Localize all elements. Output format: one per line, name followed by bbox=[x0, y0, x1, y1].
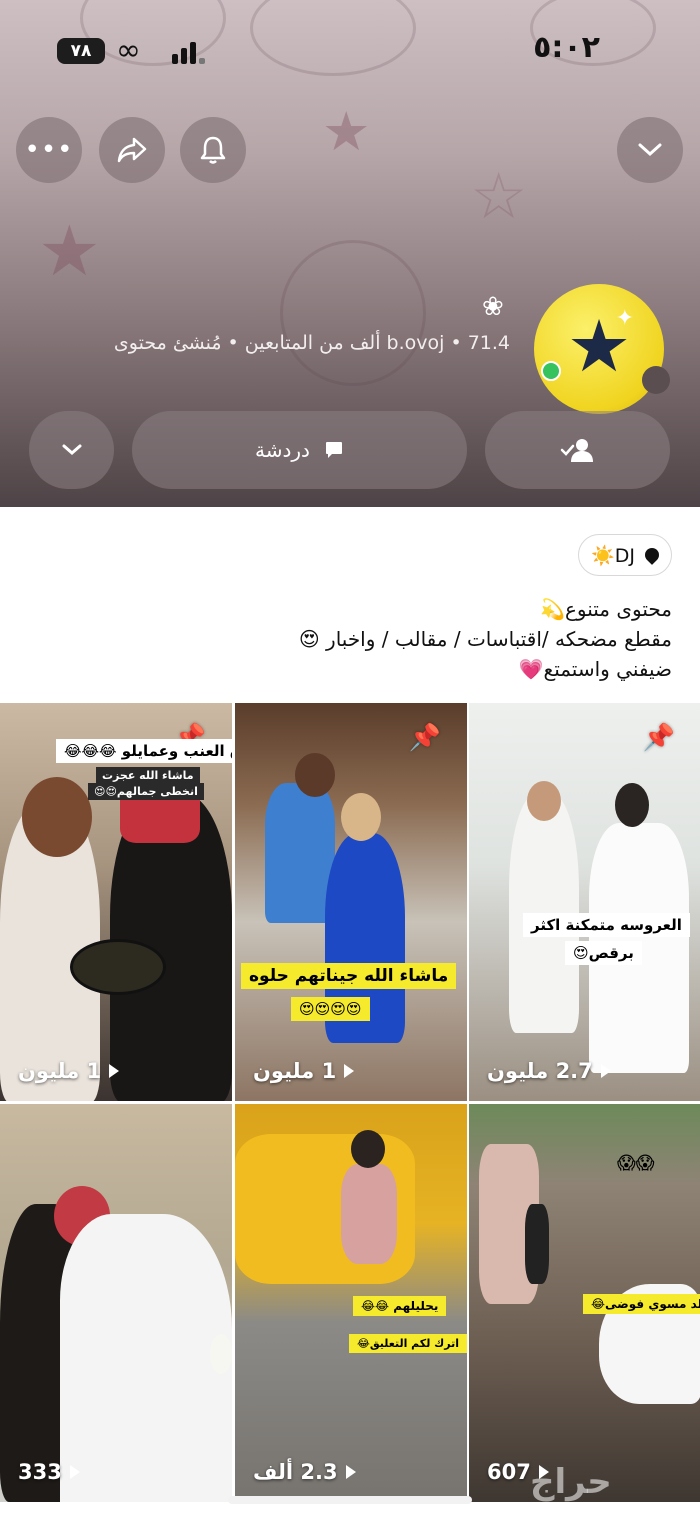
view-count: 1 مليون bbox=[18, 1059, 120, 1083]
friend-check-icon bbox=[560, 439, 593, 462]
chat-label: دردشة bbox=[255, 438, 310, 462]
chevron-down-icon bbox=[62, 444, 81, 455]
location-chip-label: DJ☀️ bbox=[591, 544, 635, 567]
view-count: 2.3 ألف bbox=[253, 1460, 356, 1484]
video-caption: ماشاء الله عجزت bbox=[96, 767, 200, 784]
video-tile[interactable]: 📌 ماشاء الله جيناتهم حلوه 😍😍😍😍 1 مليون bbox=[235, 703, 467, 1101]
play-icon bbox=[344, 1064, 355, 1078]
pin-icon: 📌 bbox=[408, 723, 441, 753]
thumbnail-figure bbox=[351, 1130, 385, 1168]
thumbnail-figure bbox=[615, 783, 649, 827]
thumbnail-figure bbox=[210, 1334, 232, 1374]
view-count: 333 bbox=[18, 1460, 80, 1484]
online-status-dot bbox=[541, 361, 561, 381]
play-icon bbox=[600, 1064, 611, 1078]
video-caption: ورق العنب وعمايلو 😂😂😂 bbox=[56, 739, 232, 763]
chevron-down-icon bbox=[638, 143, 662, 157]
collapse-button[interactable] bbox=[617, 117, 683, 183]
profile-meta: b.ovoj • 71.4 ألف من المتابعين • مُنشئ م… bbox=[113, 332, 510, 354]
link-icon: ∞ bbox=[116, 33, 141, 68]
video-caption: انخطى جمالهم😍😍 bbox=[88, 783, 204, 800]
play-icon bbox=[345, 1465, 356, 1479]
thumbnail-figure bbox=[60, 1214, 232, 1502]
location-pin-icon bbox=[642, 545, 662, 565]
video-caption: 😱😱 bbox=[617, 1153, 655, 1174]
bio-line: ضيفني واستمتع💗 bbox=[518, 657, 672, 681]
flower-icon: ❀ bbox=[482, 292, 504, 322]
view-count: 2.7 مليون bbox=[487, 1059, 611, 1083]
video-caption: يحليلهم 😂😂 bbox=[353, 1296, 447, 1316]
signal-icon bbox=[172, 40, 205, 64]
video-tile[interactable]: يحليلهم 😂😂 اترك لكم التعليق😂 2.3 ألف bbox=[235, 1104, 467, 1502]
video-caption: ماشاء الله جيناتهم حلوه bbox=[241, 963, 457, 989]
video-tile[interactable]: 📌 العروسه متمكنة اكثر برقص😍 2.7 مليون bbox=[469, 703, 700, 1101]
profile-header: ★ ★ ☆ ٥:٠٢ ٧٨ ∞ ••• ★ ✦ ❀ b.ovoj • 71.4 … bbox=[0, 0, 700, 507]
video-caption: برقص😍 bbox=[565, 941, 642, 965]
notifications-button[interactable] bbox=[180, 117, 246, 183]
chat-button[interactable]: دردشة bbox=[132, 411, 467, 489]
video-tile[interactable]: 😱😱 الولد مسوي فوضى😂 607 bbox=[469, 1104, 700, 1502]
chat-icon bbox=[325, 442, 342, 458]
ellipsis-icon: ••• bbox=[24, 135, 74, 165]
view-count: 1 مليون bbox=[253, 1059, 355, 1083]
thumbnail-figure bbox=[341, 793, 381, 841]
video-tile[interactable]: 333 bbox=[0, 1104, 232, 1502]
location-chip[interactable]: DJ☀️ bbox=[578, 534, 672, 576]
video-tile[interactable]: 📌 ورق العنب وعمايلو 😂😂😂 ماشاء الله عجزت … bbox=[0, 703, 232, 1101]
play-icon bbox=[109, 1064, 120, 1078]
sparkle-icon: ✦ bbox=[615, 306, 634, 331]
friend-status-button[interactable] bbox=[485, 411, 670, 489]
share-button[interactable] bbox=[99, 117, 165, 183]
profile-bio: DJ☀️ محتوى متنوع💫 مقطع مضحكه /اقتباسات /… bbox=[32, 534, 672, 684]
bio-line: مقطع مضحكه /اقتباسات / مقالب / واخبار 😍 bbox=[298, 627, 672, 651]
video-caption: الولد مسوي فوضى😂 bbox=[583, 1294, 700, 1314]
background-doodle bbox=[280, 240, 426, 386]
background-doodle bbox=[250, 0, 416, 76]
video-caption: 😍😍😍😍 bbox=[291, 997, 370, 1021]
more-options-button[interactable]: ••• bbox=[16, 117, 82, 183]
bio-line: محتوى متنوع💫 bbox=[540, 597, 672, 621]
share-icon bbox=[117, 137, 147, 163]
thumbnail-figure bbox=[22, 777, 92, 857]
thumbnail-figure bbox=[525, 1204, 549, 1284]
pin-icon: 📌 bbox=[642, 723, 675, 753]
thumbnail-figure bbox=[341, 1164, 397, 1264]
watermark: حراج bbox=[530, 1462, 612, 1502]
more-actions-button[interactable] bbox=[29, 411, 114, 489]
background-star: ★ bbox=[322, 100, 371, 163]
video-caption: العروسه متمكنة اكثر bbox=[523, 913, 690, 937]
thumbnail-figure bbox=[527, 781, 561, 821]
status-time: ٥:٠٢ bbox=[533, 30, 600, 65]
battery-indicator: ٧٨ bbox=[57, 38, 105, 64]
home-indicator[interactable] bbox=[228, 1496, 472, 1504]
video-caption: اترك لكم التعليق😂 bbox=[349, 1334, 467, 1353]
thumbnail-figure bbox=[70, 939, 166, 995]
avatar[interactable]: ★ ✦ bbox=[534, 284, 670, 414]
background-star: ☆ bbox=[470, 160, 528, 234]
avatar-badge bbox=[642, 366, 670, 394]
play-icon bbox=[69, 1465, 80, 1479]
bell-icon bbox=[200, 136, 226, 164]
thumbnail-figure bbox=[295, 753, 335, 797]
background-star: ★ bbox=[38, 210, 101, 292]
